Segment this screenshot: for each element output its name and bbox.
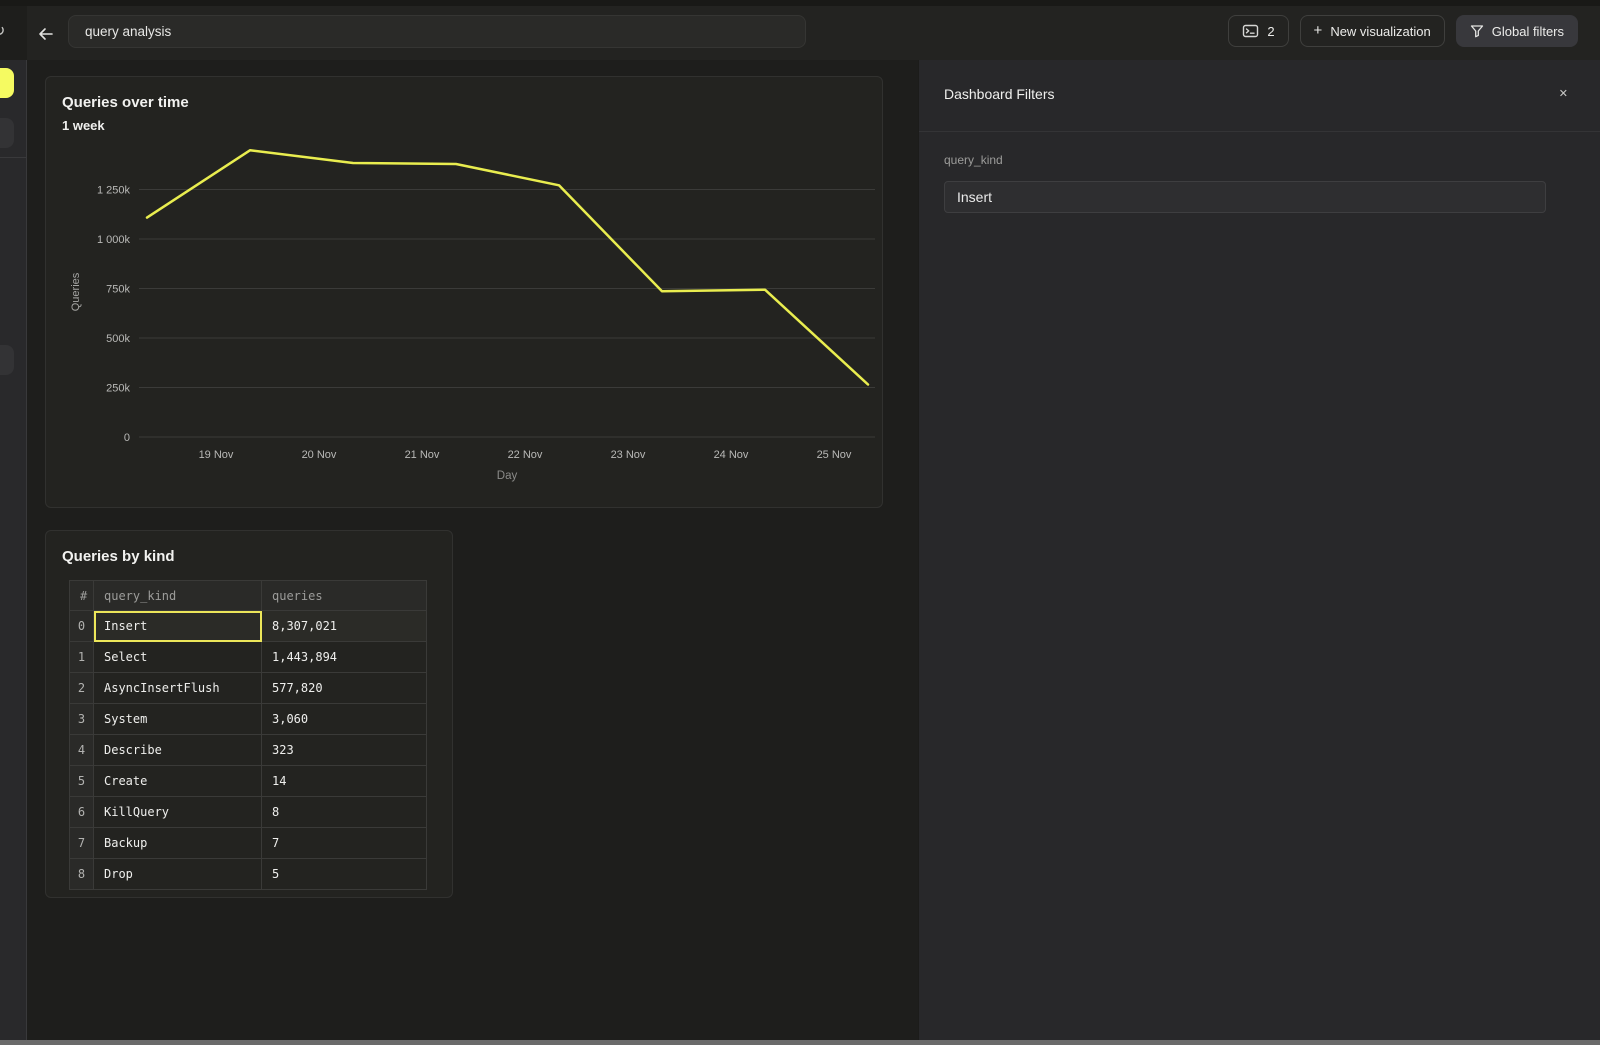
table-cell[interactable]: 14 [262, 766, 427, 797]
y-axis-title: Queries [70, 272, 82, 311]
table-row: 0Insert8,307,021 [70, 611, 427, 642]
chart-title: Queries over time [62, 94, 189, 111]
table-row: 4Describe323 [70, 735, 427, 766]
row-index-cell: 7 [70, 828, 94, 859]
chart-subtitle: 1 week [62, 118, 105, 133]
x-tick-label: 21 Nov [405, 449, 440, 461]
table-cell[interactable]: System [94, 704, 262, 735]
topbar: ↻ 2 + New visualization [0, 6, 1600, 60]
table-row: 6KillQuery8 [70, 797, 427, 828]
table-cell[interactable]: 8,307,021 [262, 611, 427, 642]
y-tick-label: 750k [106, 284, 130, 296]
y-tick-label: 250k [106, 383, 130, 395]
table-cell[interactable]: 577,820 [262, 673, 427, 704]
filter-field-label: query_kind [944, 153, 1003, 167]
x-axis-title: Day [497, 470, 518, 482]
table-cell[interactable]: KillQuery [94, 797, 262, 828]
table-cell[interactable]: Backup [94, 828, 262, 859]
global-filters-button[interactable]: Global filters [1456, 15, 1578, 47]
row-index-cell: 2 [70, 673, 94, 704]
table-cell[interactable]: 1,443,894 [262, 642, 427, 673]
column-header: query_kind [94, 581, 262, 611]
new-visualization-label: New visualization [1330, 24, 1430, 39]
table-row: 2AsyncInsertFlush577,820 [70, 673, 427, 704]
new-visualization-button[interactable]: + New visualization [1300, 15, 1445, 47]
table-cell[interactable]: Drop [94, 859, 262, 890]
row-index-cell: 1 [70, 642, 94, 673]
y-tick-label: 500k [106, 333, 130, 345]
table-cell[interactable]: 3,060 [262, 704, 427, 735]
console-button[interactable]: 2 [1228, 15, 1288, 47]
row-index-cell: 3 [70, 704, 94, 735]
refresh-icon[interactable]: ↻ [0, 21, 5, 41]
table-row: 5Create14 [70, 766, 427, 797]
x-tick-label: 19 Nov [199, 449, 234, 461]
sidebar-top-strip: ↻ [0, 6, 27, 60]
sidebar-divider [0, 157, 26, 158]
table-row: 8Drop5 [70, 859, 427, 890]
table-row: 1Select1,443,894 [70, 642, 427, 673]
queries-over-time-card: 0 250k 500k 750k 1 000k 1 250k 19 Nov 20 Nov 21 … [45, 76, 883, 508]
close-icon[interactable]: ✕ [1559, 87, 1568, 100]
table-title: Queries by kind [62, 548, 175, 565]
left-sidebar [0, 60, 27, 1040]
row-index-cell: 8 [70, 859, 94, 890]
x-tick-label: 25 Nov [817, 449, 852, 461]
query-kind-filter-input[interactable] [944, 181, 1546, 213]
console-count-badge: 2 [1267, 24, 1274, 39]
column-header: queries [262, 581, 427, 611]
global-filters-label: Global filters [1492, 24, 1564, 39]
row-index-cell: 0 [70, 611, 94, 642]
sidebar-item-2[interactable] [0, 118, 14, 148]
dashboard-title-input[interactable] [68, 15, 806, 48]
line-chart: 0 250k 500k 750k 1 000k 1 250k 19 Nov 20 Nov 21 … [46, 77, 882, 507]
x-tick-label: 23 Nov [611, 449, 646, 461]
x-tick-label: 22 Nov [508, 449, 543, 461]
back-button[interactable] [36, 24, 56, 44]
topbar-actions: 2 + New visualization Global filters [1228, 15, 1578, 47]
table-header: #query_kindqueries [70, 581, 427, 611]
window-bottom-edge [0, 1040, 1600, 1045]
x-tick-label: 20 Nov [302, 449, 337, 461]
table-cell[interactable]: AsyncInsertFlush [94, 673, 262, 704]
sidebar-item-3[interactable] [0, 345, 14, 375]
dashboard-filters-panel: Dashboard Filters ✕ query_kind [918, 60, 1600, 1040]
table-cell[interactable]: 7 [262, 828, 427, 859]
queries-by-kind-card: Queries by kind #query_kindqueries 0Inse… [45, 530, 453, 898]
console-icon [1242, 23, 1259, 39]
table-cell[interactable]: Select [94, 642, 262, 673]
filters-panel-title: Dashboard Filters [944, 86, 1055, 102]
table-cell[interactable]: 5 [262, 859, 427, 890]
table-cell[interactable]: Insert [94, 611, 262, 642]
column-header: # [70, 581, 94, 611]
dashboard-canvas: 0250k500k750k1 000k1 250k19 Nov20 Nov21 … [28, 60, 918, 1040]
table-row: 7Backup7 [70, 828, 427, 859]
funnel-icon [1470, 24, 1484, 38]
row-index-cell: 4 [70, 735, 94, 766]
row-index-cell: 5 [70, 766, 94, 797]
app-window: ↻ 2 + New visualization [0, 0, 1600, 1045]
y-tick-label: 0 [124, 432, 130, 444]
table-cell[interactable]: 8 [262, 797, 427, 828]
plus-icon: + [1314, 22, 1323, 39]
panel-divider [919, 131, 1600, 132]
y-tick-label: 1 250k [97, 185, 131, 197]
row-index-cell: 6 [70, 797, 94, 828]
queries-line-series [147, 150, 868, 384]
table-row: 3System3,060 [70, 704, 427, 735]
table-cell[interactable]: 323 [262, 735, 427, 766]
x-tick-label: 24 Nov [714, 449, 749, 461]
back-arrow-icon [36, 24, 56, 44]
table-cell[interactable]: Describe [94, 735, 262, 766]
table-cell[interactable]: Create [94, 766, 262, 797]
y-tick-label: 1 000k [97, 234, 131, 246]
sidebar-item-active[interactable] [0, 68, 14, 98]
queries-by-kind-table: #query_kindqueries 0Insert8,307,0211Sele… [69, 580, 427, 890]
